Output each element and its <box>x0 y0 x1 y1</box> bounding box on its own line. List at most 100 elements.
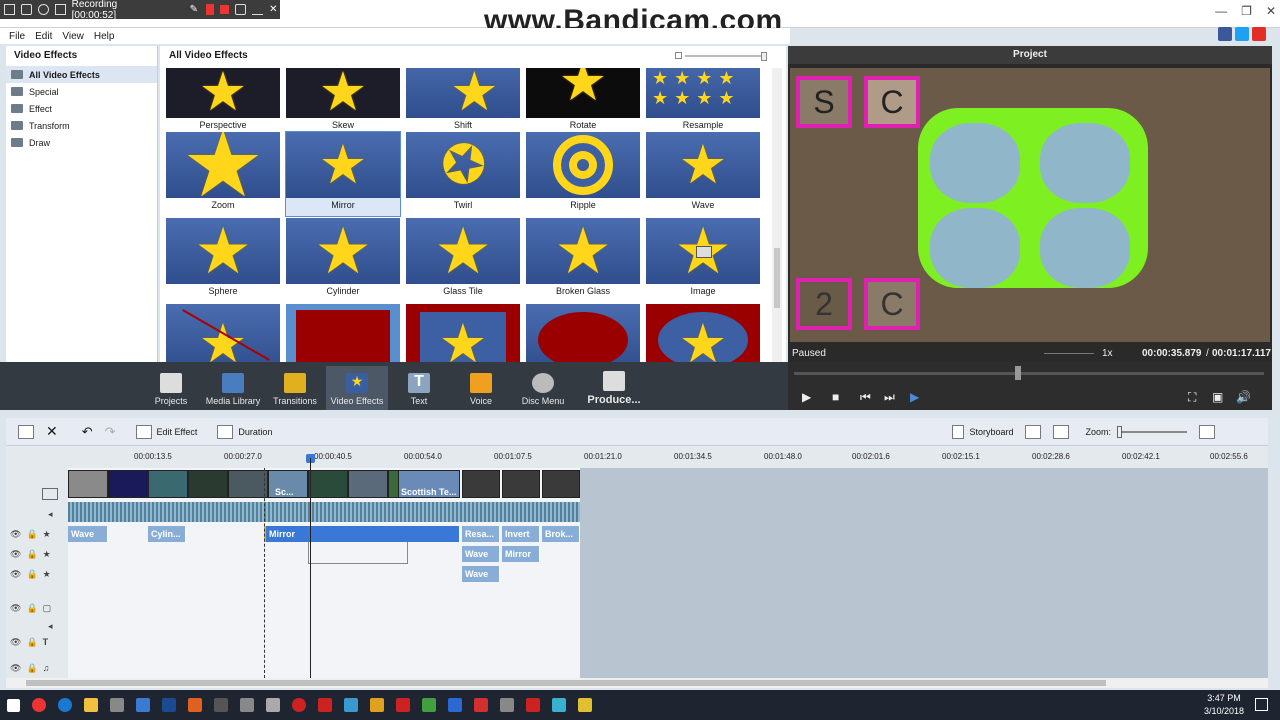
taskbar-app[interactable] <box>312 690 338 720</box>
ribbon-video-effects[interactable]: ★ Video Effects <box>326 366 388 410</box>
eye-icon[interactable]: 👁 <box>10 569 21 580</box>
menu-edit[interactable]: Edit <box>35 31 52 42</box>
zoom-knob[interactable] <box>1116 425 1122 438</box>
track-area-empty[interactable] <box>580 468 1268 678</box>
close-icon[interactable]: ✕ <box>1266 4 1276 18</box>
search-icon[interactable] <box>37 4 49 15</box>
taskbar-app[interactable] <box>416 690 442 720</box>
video-clip[interactable] <box>502 470 540 498</box>
eye-icon[interactable]: 👁 <box>10 549 21 560</box>
taskbar-app[interactable] <box>130 690 156 720</box>
ribbon-media-library[interactable]: Media Library <box>202 366 264 410</box>
taskbar-app[interactable] <box>234 690 260 720</box>
taskbar-app[interactable] <box>286 690 312 720</box>
effect-tile-rotate[interactable]: ★ Rotate <box>526 68 640 136</box>
undo-button[interactable]: ↶ <box>82 424 93 440</box>
track-area[interactable]: Sc... Scottish Te... Wave Cylin... Mirro… <box>68 468 580 678</box>
fx-clip-mirror[interactable]: Mirror <box>502 546 540 562</box>
notifications-icon[interactable] <box>1255 698 1268 711</box>
effect-tile-image[interactable]: ★ Image <box>646 218 760 302</box>
video-clip-scottish[interactable]: Scottish Te... <box>398 470 460 498</box>
eye-icon[interactable]: 👁 <box>10 663 21 674</box>
taskbar-app[interactable] <box>104 690 130 720</box>
screen-icon[interactable] <box>54 4 66 15</box>
youtube-icon[interactable] <box>1252 27 1266 41</box>
start-button[interactable] <box>0 690 26 720</box>
snapshot-icon[interactable]: ▣ <box>1212 390 1223 404</box>
category-transform[interactable]: Transform <box>6 117 157 134</box>
fx-clip-wave[interactable]: Wave <box>462 546 500 562</box>
effect-tile-perspective[interactable]: ★ Perspective <box>166 68 280 136</box>
effect-tile-row4-e[interactable]: ★ <box>646 304 760 362</box>
stop-icon[interactable]: ■ <box>832 390 839 404</box>
taskbar-app[interactable] <box>546 690 572 720</box>
maximize-icon[interactable]: ❐ <box>1241 4 1252 18</box>
fx-clip-mirror[interactable]: Mirror <box>264 526 460 542</box>
previous-icon[interactable]: ⏮ <box>860 390 871 405</box>
pause-icon[interactable] <box>206 4 215 15</box>
fullscreen-icon[interactable]: ⛶ <box>1188 390 1196 405</box>
taskbar-app[interactable] <box>520 690 546 720</box>
taskbar-app[interactable] <box>390 690 416 720</box>
slider-knob[interactable] <box>761 52 767 61</box>
effect-tile-wave[interactable]: ★ Wave <box>646 132 760 216</box>
effect-tile-zoom[interactable]: ★ Zoom <box>166 132 280 216</box>
fx-clip-broken-glass[interactable]: Brok... <box>542 526 580 542</box>
video-clip[interactable] <box>348 470 388 498</box>
fit-timeline-button[interactable] <box>1198 424 1215 439</box>
system-clock[interactable]: 3:47 PM 3/10/2018 <box>1204 692 1244 718</box>
fx-clip-resample[interactable]: Resa... <box>462 526 500 542</box>
snapshot-icon[interactable] <box>235 4 247 15</box>
effect-tile-mirror[interactable]: ★ Mirror <box>285 131 401 217</box>
fx-clip-invert[interactable]: Invert <box>502 526 540 542</box>
category-all-video-effects[interactable]: All Video Effects <box>6 66 157 83</box>
audio-mixer-button[interactable] <box>1025 424 1042 439</box>
timeline-ruler[interactable]: 00:00:13.5 00:00:27.0 00:00:40.5 00:00:5… <box>68 448 1268 466</box>
ribbon-text[interactable]: T Text <box>388 366 450 410</box>
category-draw[interactable]: Draw <box>6 134 157 151</box>
ribbon-produce[interactable]: Produce... <box>574 366 654 410</box>
seek-bar[interactable] <box>794 372 1264 375</box>
fx-clip-wave[interactable]: Wave <box>68 526 108 542</box>
video-clip[interactable] <box>68 470 108 498</box>
delete-button[interactable]: ✕ <box>46 423 58 440</box>
thumbnail-size-slider[interactable] <box>675 52 775 61</box>
facebook-icon[interactable] <box>1218 27 1232 41</box>
scrollbar-thumb[interactable] <box>26 680 1106 686</box>
video-clip[interactable] <box>542 470 580 498</box>
lock-icon[interactable]: 🔒 <box>26 569 37 580</box>
effect-tile-row4-d[interactable] <box>526 304 640 362</box>
speed-slider[interactable] <box>1044 353 1094 354</box>
lock-icon[interactable]: 🔒 <box>26 603 37 614</box>
view-options-button[interactable] <box>1053 424 1070 439</box>
taskbar-app[interactable] <box>52 690 78 720</box>
ribbon-disc-menu[interactable]: Disc Menu <box>512 366 574 410</box>
taskbar-app[interactable] <box>572 690 598 720</box>
frame-step-icon[interactable]: ▶ <box>910 390 919 404</box>
effect-tile-skew[interactable]: ★ Skew <box>286 68 400 136</box>
eye-icon[interactable]: 👁 <box>10 603 21 614</box>
ribbon-projects[interactable]: Projects <box>140 366 202 410</box>
minimize-recorder-icon[interactable] <box>252 4 264 15</box>
minimize-icon[interactable]: — <box>1215 4 1227 18</box>
taskbar-app[interactable] <box>338 690 364 720</box>
ribbon-voice[interactable]: Voice <box>450 366 512 410</box>
taskbar-app[interactable] <box>156 690 182 720</box>
effect-tile-row4-a[interactable]: ★ <box>166 304 280 362</box>
category-effect[interactable]: Effect <box>6 100 157 117</box>
category-special[interactable]: Special <box>6 83 157 100</box>
gallery-scrollbar[interactable] <box>772 68 782 362</box>
taskbar-app[interactable] <box>468 690 494 720</box>
lock-icon[interactable]: 🔒 <box>26 549 37 560</box>
effect-tile-shift[interactable]: ★ Shift <box>406 68 520 136</box>
video-clip[interactable] <box>228 470 268 498</box>
audio-waveform[interactable] <box>68 502 580 522</box>
taskbar-app[interactable] <box>364 690 390 720</box>
fx-clip-cylinder[interactable]: Cylin... <box>148 526 186 542</box>
window-icon[interactable] <box>4 4 15 15</box>
video-clip[interactable] <box>148 470 188 498</box>
effect-tile-row4-b[interactable] <box>286 304 400 362</box>
taskbar-app[interactable] <box>26 690 52 720</box>
fx-clip-wave[interactable]: Wave <box>462 566 500 582</box>
effect-tile-sphere[interactable]: ★ Sphere <box>166 218 280 302</box>
